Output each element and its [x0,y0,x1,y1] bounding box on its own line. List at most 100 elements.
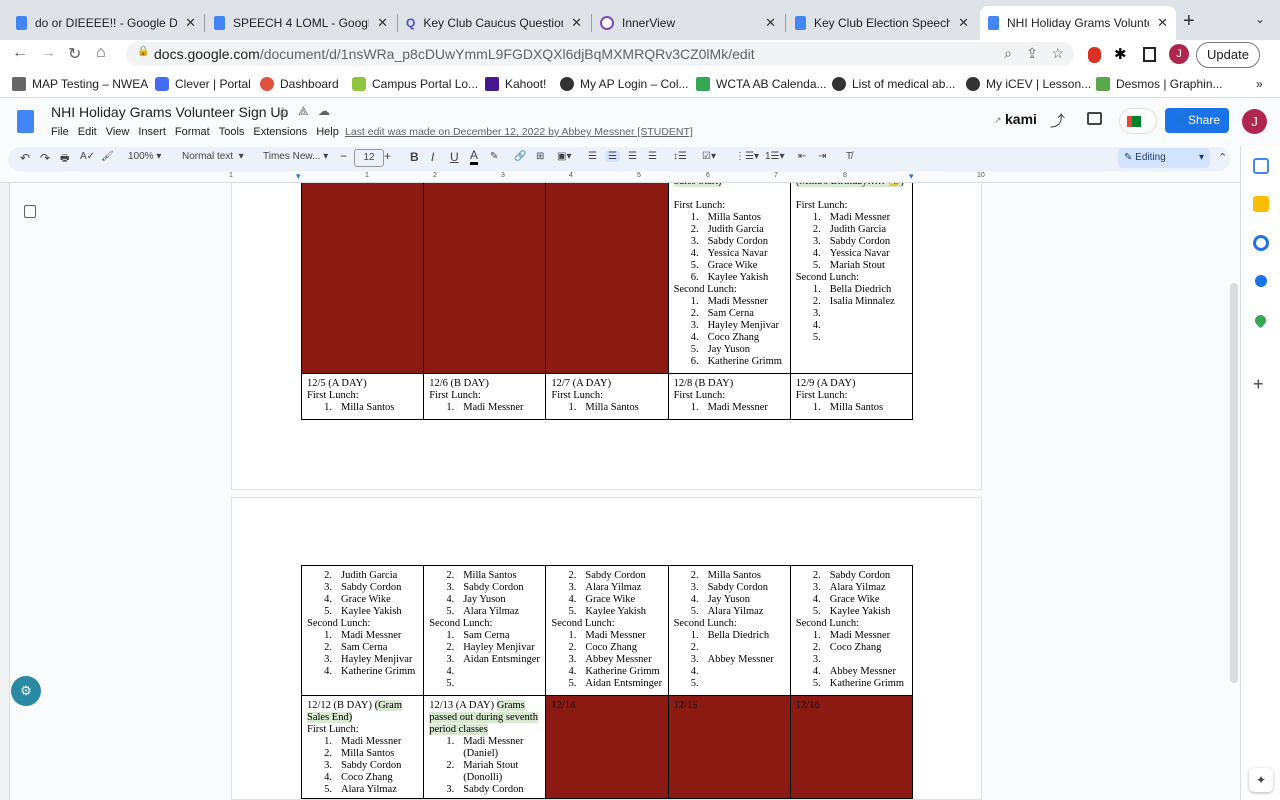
table-cell[interactable] [300,183,425,374]
table-cell[interactable]: 2. Sabdy Cordon 3. Alara Yilmaz 4. Grace Wik… [789,565,914,696]
table-cell[interactable]: 12/9 (A DAY) First Lunch: 1. Milla Santos [789,373,914,420]
explore-button[interactable]: ✦ [1249,768,1273,792]
font-select[interactable]: Times New... ▾ [263,151,328,162]
share-page-icon[interactable]: ⇪ [1026,45,1038,62]
update-button[interactable]: Update [1196,42,1260,68]
italic-icon[interactable]: I [431,150,434,164]
star-icon[interactable]: ☆ [277,104,289,120]
extensions-puzzle-icon[interactable]: ✱ [1114,45,1127,63]
highlight-icon[interactable]: ✎ [490,151,498,162]
comment-icon[interactable]: ⊞ [536,151,544,162]
table-cell[interactable]: 2. Milla Santos 3. Sabdy Cordon 4. Jay Yuson 5… [667,565,791,696]
table-cell[interactable] [545,183,669,374]
table-cell[interactable]: 2. Milla Santos 3. Sabdy Cordon 4. Jay Yuson 5… [423,565,547,696]
menu-file[interactable]: File [51,126,69,138]
maps-icon[interactable] [1252,312,1269,329]
table-cell[interactable]: Sales Start)First Lunch:1.Milla Santos2.… [667,183,791,374]
doc-title[interactable]: NHI Holiday Grams Volunteer Sign Up [51,104,288,120]
keep-icon[interactable] [1253,196,1269,212]
bookmark[interactable]: Desmos | Graphin... [1096,77,1223,91]
zoom-select[interactable]: 100% ▾ [128,151,161,162]
bookmark[interactable]: Campus Portal Lo... [352,77,478,91]
clear-formatting-icon[interactable]: T̸ [846,151,852,162]
table-cell[interactable]: 2. Judith Garcia 3. Sabdy Cordon 4. Grace Wi… [300,565,425,696]
bookmark[interactable]: List of medical ab... [832,77,955,91]
bookmark-star-icon[interactable]: ☆ [1051,45,1064,62]
increase-font-size-button[interactable]: + [384,149,391,163]
close-tab-icon[interactable]: ✕ [571,15,582,31]
table-cell[interactable]: 12/12 (B DAY) (Gram Sales End) First Lunch… [300,695,425,799]
bookmark[interactable]: WCTA AB Calenda... [696,77,827,91]
undo-icon[interactable]: ↶ [20,151,30,165]
close-tab-icon[interactable]: ✕ [765,15,776,31]
comments-icon[interactable] [1087,112,1102,125]
document-outline-icon[interactable] [24,205,36,218]
table-cell[interactable]: 12/5 (A DAY) First Lunch: 1. Milla Santos [300,373,425,420]
style-select[interactable]: Normal text ▾ [182,151,244,162]
horizontal-ruler[interactable]: 1 ▾ 1 2 3 4 5 6 7 8 ▾ 10 [0,171,1240,183]
document-canvas[interactable]: Sales Start)First Lunch:1.Milla Santos2.… [0,183,1240,800]
kami-floating-button[interactable]: ⚙ [11,676,41,706]
tasks-icon[interactable] [1253,235,1269,251]
table-cell[interactable] [423,183,547,374]
menu-view[interactable]: View [106,126,130,138]
account-avatar[interactable]: J [1242,109,1267,134]
checklist-icon[interactable]: ☑▾ [702,151,716,162]
bookmark[interactable]: Kahoot! [485,77,546,91]
tab-search-chevron-icon[interactable]: ⌄ [1255,12,1265,26]
table-cell[interactable]: 12/13 (A DAY) Grams passed out during sev… [423,695,547,799]
close-tab-icon[interactable]: ✕ [377,15,388,31]
paint-format-icon[interactable]: 🖌 [101,151,114,162]
bookmark[interactable]: Clever | Portal [155,77,251,91]
browser-tab-active[interactable]: NHI Holiday Grams Voluntee ✕ [980,6,1176,40]
close-tab-icon[interactable]: ✕ [958,15,969,31]
font-size-input[interactable]: 12 [354,149,384,167]
menu-tools[interactable]: Tools [219,126,245,138]
numbered-list-icon[interactable]: 1☰▾ [765,151,785,162]
image-icon[interactable]: ▣▾ [557,151,571,162]
menu-help[interactable]: Help [316,126,339,138]
back-icon[interactable]: ← [12,44,28,62]
browser-tab[interactable]: do or DIEEEE!! - Google Do ✕ [8,6,204,40]
table-cell[interactable]: 12/8 (B DAY) First Lunch: 1. Madi Messner [667,373,791,420]
bookmark[interactable]: My iCEV | Lesson... [966,77,1091,91]
home-icon[interactable]: ⌂ [96,44,106,62]
decrease-indent-icon[interactable]: ⇤ [798,151,806,162]
table-cell[interactable]: (Milla's Birthday!!!!! 🥳)First Lunch:1.M… [789,183,914,374]
editing-mode-select[interactable]: ✎ Editing ▾ [1118,148,1210,168]
table-cell[interactable]: 12/6 (B DAY) First Lunch: 1. Madi Messner [423,373,547,420]
table-cell[interactable]: 12/16 [789,695,914,799]
bulleted-list-icon[interactable]: ⋮☰▾ [735,151,759,162]
browser-tab[interactable]: Q Key Club Caucus Questions ✕ [398,6,590,40]
table-cell[interactable]: 2. Sabdy Cordon 3. Alara Yilmaz 4. Grace Wik… [545,565,669,696]
menu-extensions[interactable]: Extensions [253,126,307,138]
vertical-ruler[interactable] [0,183,10,800]
new-tab-button[interactable]: + [1183,10,1195,33]
table-cell[interactable]: 12/7 (A DAY) First Lunch: 1. Milla Santos [545,373,669,420]
side-panel-icon[interactable] [1143,47,1156,62]
meet-button[interactable] [1119,108,1157,134]
increase-indent-icon[interactable]: ⇥ [818,151,826,162]
spellcheck-icon[interactable]: A✓ [80,151,95,162]
bookmark[interactable]: My AP Login – Col... [560,77,689,91]
reload-icon[interactable]: ↻ [68,44,81,64]
close-tab-icon[interactable]: ✕ [1157,15,1168,31]
print-icon[interactable]: 🖶 [60,151,69,168]
get-addons-icon[interactable]: + [1253,374,1264,395]
move-icon[interactable]: ⟁ [298,104,309,119]
menu-insert[interactable]: Insert [138,126,166,138]
text-color-icon[interactable]: A [470,149,479,165]
link-icon[interactable]: 🔗 [514,151,526,162]
browser-tab[interactable]: Key Club Election Speech - ✕ [787,6,977,40]
line-spacing-icon[interactable]: ↕☰ [673,151,687,162]
url-input[interactable]: docs.google.com/document/d/1nsWRa_p8cDUw… [126,42,1074,66]
align-right-icon[interactable]: ☰ [628,151,637,162]
table-cell[interactable]: 12/15 [667,695,791,799]
kami-button[interactable]: kami [1005,111,1037,127]
collapse-menu-icon[interactable]: ⌃ [1218,151,1227,164]
underline-icon[interactable]: U [450,150,459,164]
cloud-status-icon[interactable]: ☁ [318,104,330,118]
contacts-icon[interactable] [1255,275,1267,287]
justify-icon[interactable]: ☰ [648,151,657,162]
calendar-icon[interactable] [1253,158,1269,174]
